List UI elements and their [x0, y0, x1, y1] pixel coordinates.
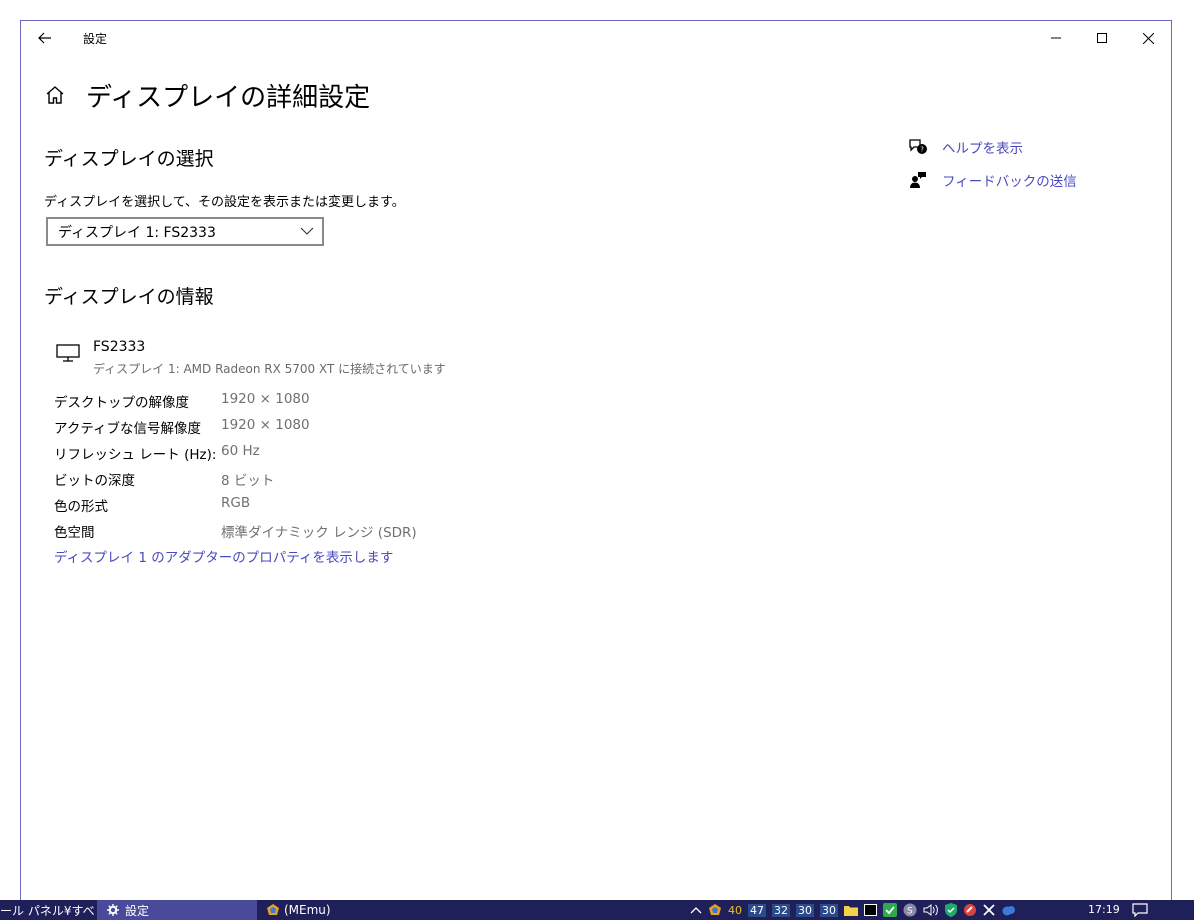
maximize-button[interactable] [1079, 21, 1125, 55]
taskbar-control-panel-label: ール パネル¥すべ... [0, 903, 94, 918]
info-label-bit-depth: ビットの深度 [54, 473, 135, 489]
minimize-icon [1051, 37, 1061, 39]
gear-icon [107, 904, 119, 916]
taskbar-settings-label: 設定 [125, 903, 150, 918]
feedback-link-row[interactable]: フィードバックの送信 [908, 170, 1077, 190]
tray-skype-icon[interactable]: S [903, 903, 917, 917]
info-value-color-format: RGB [221, 495, 251, 511]
home-icon[interactable] [43, 83, 67, 107]
tray-check-icon[interactable] [883, 903, 897, 917]
tray-memu-icon[interactable] [708, 903, 722, 917]
window-title: 設定 [83, 32, 108, 46]
tray-monitor-4[interactable]: 30 [820, 903, 838, 917]
monitor-name: FS2333 [93, 339, 146, 355]
back-button[interactable] [31, 25, 59, 51]
info-value-desktop-resolution: 1920 × 1080 [221, 391, 310, 407]
help-chat-icon: ? [908, 137, 928, 157]
monitor-icon [56, 344, 80, 362]
maximize-icon [1097, 33, 1107, 43]
page-title: ディスプレイの詳細設定 [86, 83, 371, 113]
system-tray: 40 47 32 30 30 S [690, 900, 1023, 920]
memu-icon [267, 904, 279, 915]
feedback-link[interactable]: フィードバックの送信 [942, 170, 1077, 190]
tray-app-icon[interactable] [963, 903, 977, 917]
feedback-person-icon [908, 170, 928, 190]
tray-cloud-icon[interactable] [1001, 904, 1017, 916]
tray-temp[interactable]: 40 [728, 904, 742, 917]
settings-window: 設定 ディスプレイの詳細設定 ディスプレイの選択 ディスプレイを選択して、その設… [20, 20, 1172, 900]
tray-overflow-chevron-icon[interactable] [690, 906, 702, 914]
dropdown-value: ディスプレイ 1: FS2333 [58, 224, 216, 241]
svg-text:S: S [907, 907, 913, 917]
close-icon [1142, 32, 1154, 44]
info-label-color-format: 色の形式 [54, 499, 108, 515]
notification-icon[interactable] [1132, 903, 1148, 920]
tray-monitor-1[interactable]: 47 [748, 903, 766, 917]
chevron-down-icon [300, 227, 314, 235]
tray-terminal-icon[interactable] [864, 904, 877, 916]
info-value-color-space: 標準ダイナミック レンジ (SDR) [221, 525, 417, 541]
info-label-desktop-resolution: デスクトップの解像度 [54, 395, 189, 411]
info-value-signal-resolution: 1920 × 1080 [221, 417, 310, 433]
title-bar: 設定 [21, 21, 1171, 55]
help-link-row[interactable]: ? ヘルプを表示 [908, 137, 1023, 157]
monitor-connection: ディスプレイ 1: AMD Radeon RX 5700 XT に接続されていま… [93, 362, 446, 376]
back-arrow-icon [38, 32, 51, 44]
info-value-refresh-rate: 60 Hz [221, 443, 260, 459]
taskbar-control-panel[interactable]: ール パネル¥すべ... [0, 900, 94, 920]
taskbar: ール パネル¥すべ... 設定 (MEmu) 40 47 32 30 30 S [0, 900, 1194, 920]
info-label-signal-resolution: アクティブな信号解像度 [54, 421, 202, 437]
taskbar-memu-label: (MEmu) [284, 903, 331, 917]
tray-monitor-3[interactable]: 30 [796, 903, 814, 917]
info-label-refresh-rate: リフレッシュ レート (Hz): [54, 447, 217, 463]
taskbar-clock[interactable]: 17:19 [1088, 903, 1120, 916]
minimize-button[interactable] [1033, 21, 1079, 55]
taskbar-settings[interactable]: 設定 [97, 900, 257, 920]
taskbar-memu[interactable]: (MEmu) [266, 900, 386, 920]
tray-close-x-icon[interactable] [983, 904, 995, 916]
select-display-description: ディスプレイを選択して、その設定を表示または変更します。 [44, 195, 405, 210]
svg-text:?: ? [920, 146, 924, 154]
tray-folder-icon[interactable] [844, 904, 858, 916]
adapter-properties-link[interactable]: ディスプレイ 1 のアダプターのプロパティを表示します [54, 546, 393, 566]
info-value-bit-depth: 8 ビット [221, 473, 275, 489]
select-display-heading: ディスプレイの選択 [44, 148, 214, 170]
display-select-dropdown[interactable]: ディスプレイ 1: FS2333 [46, 217, 324, 246]
info-label-color-space: 色空間 [54, 525, 95, 541]
help-link[interactable]: ヘルプを表示 [942, 137, 1023, 157]
tray-monitor-2[interactable]: 32 [772, 903, 790, 917]
display-info-heading: ディスプレイの情報 [44, 286, 214, 308]
tray-volume-icon[interactable] [923, 904, 939, 916]
tray-shield-icon[interactable] [945, 903, 957, 917]
close-button[interactable] [1125, 21, 1171, 55]
